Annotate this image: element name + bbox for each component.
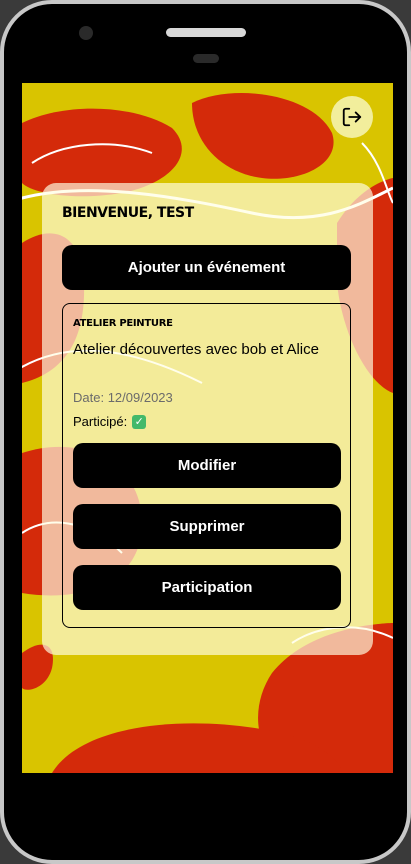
- check-box-icon: ✓: [132, 414, 147, 429]
- proximity-sensor: [193, 54, 219, 63]
- event-description: Atelier découvertes avec bob et Alice: [73, 341, 319, 358]
- logout-icon: [342, 107, 362, 127]
- front-camera: [79, 26, 93, 40]
- participated-label: Participé:: [73, 414, 128, 429]
- main-card: Bienvenue, test Ajouter un événement Ate…: [42, 183, 373, 655]
- event-title: Atelier peinture: [73, 318, 173, 329]
- modify-button[interactable]: Modifier: [73, 443, 341, 488]
- app-screen: Bienvenue, test Ajouter un événement Ate…: [22, 83, 393, 773]
- event-date: Date: 12/09/2023: [73, 390, 173, 405]
- delete-button[interactable]: Supprimer: [73, 504, 341, 549]
- add-event-button[interactable]: Ajouter un événement: [62, 245, 351, 290]
- participation-button[interactable]: Participation: [73, 565, 341, 610]
- event-card: Atelier peinture Atelier découvertes ave…: [62, 303, 351, 628]
- welcome-heading: Bienvenue, test: [62, 205, 194, 221]
- event-participated: Participé: ✓: [73, 414, 147, 429]
- event-date-label: Date:: [73, 390, 105, 405]
- phone-frame: Bienvenue, test Ajouter un événement Ate…: [0, 0, 411, 864]
- logout-button[interactable]: [331, 96, 373, 138]
- earpiece-speaker: [166, 28, 246, 37]
- event-date-value: 12/09/2023: [107, 390, 173, 405]
